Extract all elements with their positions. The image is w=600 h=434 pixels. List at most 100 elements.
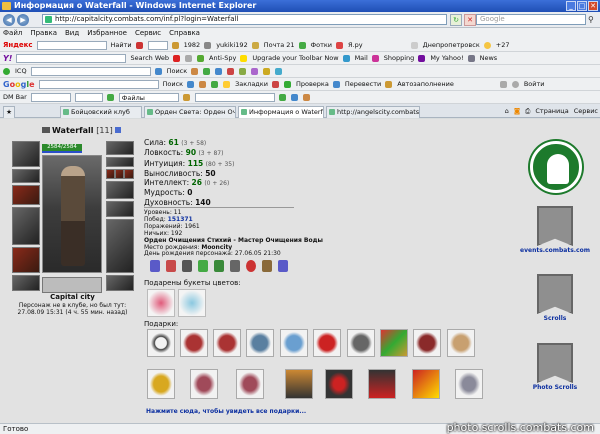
belt-slot[interactable]: [12, 247, 40, 273]
yahoo-logo[interactable]: Y!: [3, 54, 12, 63]
forward-icon[interactable]: ▶: [17, 14, 29, 26]
tool-icon[interactable]: [251, 67, 259, 75]
yandex-photos[interactable]: Фотки: [311, 41, 333, 49]
photo-scrolls-banner[interactable]: Photo Scrolls: [520, 343, 590, 391]
google-login[interactable]: Войти: [524, 80, 545, 88]
gift-icon[interactable]: [313, 329, 341, 357]
tools-menu[interactable]: Сервис: [574, 106, 598, 117]
earrings-slot[interactable]: [106, 141, 134, 155]
menu-tools[interactable]: Сервис: [135, 28, 161, 39]
tool-icon[interactable]: [187, 80, 195, 88]
icq-flower-icon[interactable]: [3, 67, 10, 75]
tool-icon[interactable]: [227, 67, 235, 75]
settings-icon[interactable]: [499, 80, 507, 88]
yahoo-edit-icon[interactable]: [185, 54, 193, 62]
yandex-mail[interactable]: Почта 21: [264, 41, 295, 49]
yandex-temp[interactable]: +27: [496, 41, 510, 49]
tool-icon[interactable]: [271, 80, 279, 88]
tool-icon[interactable]: [215, 67, 223, 75]
info-icon[interactable]: [114, 127, 121, 133]
gift-icon[interactable]: [246, 329, 274, 357]
search-input[interactable]: Google: [476, 14, 586, 25]
page-menu[interactable]: Страница: [535, 106, 568, 117]
yahoo-upgrade[interactable]: Upgrade your Toolbar Now: [252, 54, 338, 62]
google-translate[interactable]: Перевести: [345, 80, 381, 88]
helmet-slot[interactable]: [12, 141, 40, 167]
gift-icon[interactable]: [280, 329, 308, 357]
trophy-icon[interactable]: [236, 369, 264, 399]
tool-icon[interactable]: [211, 80, 219, 88]
tab-order-of-light[interactable]: Орден Света: Орден Очищ...: [144, 106, 236, 118]
tool-icon[interactable]: [203, 67, 211, 75]
tool-icon[interactable]: [278, 93, 286, 101]
yahoo-myyahoo[interactable]: My Yahoo!: [430, 54, 463, 62]
medal-icon[interactable]: [182, 260, 192, 272]
tab-angelscity[interactable]: http://angelscity.combats.co...: [326, 106, 420, 118]
gift-icon[interactable]: [147, 329, 175, 357]
trophy-icon[interactable]: [190, 369, 218, 399]
counter-value[interactable]: 1982: [184, 41, 201, 49]
yandex-city[interactable]: Днепропетровск: [423, 41, 480, 49]
gloves-slot[interactable]: [106, 181, 134, 199]
yahoo-shopping[interactable]: Shopping: [384, 54, 415, 62]
yahoo-news[interactable]: News: [480, 54, 498, 62]
google-bookmarks[interactable]: Закладки: [235, 80, 268, 88]
bracelet-slot[interactable]: [12, 275, 40, 291]
yahoo-antispy[interactable]: Anti-Spy: [209, 54, 236, 62]
google-autofill[interactable]: Автозаполнение: [397, 80, 454, 88]
yandex-bar-icon[interactable]: [135, 41, 143, 49]
ring-slot[interactable]: [106, 169, 115, 179]
tool-icon[interactable]: [239, 67, 247, 75]
gift-icon[interactable]: [347, 329, 375, 357]
tool-icon[interactable]: [263, 67, 271, 75]
home-icon[interactable]: ⌂: [505, 106, 509, 117]
back-icon[interactable]: ◀: [3, 14, 15, 26]
tab-waterfall-info[interactable]: Информация о Waterfall: [238, 106, 324, 118]
google-logo[interactable]: Google: [3, 80, 35, 89]
legs-slot[interactable]: [106, 219, 134, 273]
medal-icon[interactable]: [198, 260, 208, 272]
dm-label[interactable]: DM Bar: [3, 93, 27, 101]
gift-icon[interactable]: [325, 369, 353, 399]
google-check[interactable]: Проверка: [296, 80, 329, 88]
dm-input[interactable]: [30, 92, 71, 102]
tool-icon[interactable]: [302, 93, 310, 101]
yandex-search-input[interactable]: [36, 40, 107, 50]
dm-input-2[interactable]: [74, 92, 103, 102]
boots-slot[interactable]: [106, 275, 134, 291]
scrolls-banner[interactable]: Scrolls: [520, 274, 590, 322]
yahoo-tool-icon[interactable]: [173, 54, 181, 62]
tool-icon[interactable]: [290, 93, 298, 101]
trophy-icon[interactable]: [455, 369, 483, 399]
order-logo[interactable]: [530, 141, 582, 193]
menu-help[interactable]: Справка: [169, 28, 200, 39]
google-search-button[interactable]: Поиск: [163, 80, 184, 88]
yandex-user[interactable]: yukiki192: [216, 41, 248, 49]
dm-input-3[interactable]: [194, 92, 275, 102]
ring-slot[interactable]: [115, 169, 124, 179]
url-input[interactable]: http://capitalcity.combats.com/inf.pl?lo…: [42, 14, 447, 25]
gift-icon[interactable]: [180, 329, 208, 357]
gift-icon[interactable]: [285, 369, 313, 399]
bouquet-icon[interactable]: [178, 289, 206, 317]
events-banner[interactable]: events.combats.com: [520, 206, 590, 254]
trophy-icon[interactable]: [147, 369, 175, 399]
gift-icon[interactable]: [368, 369, 396, 399]
amulet-slot[interactable]: [106, 157, 134, 167]
medal-icon[interactable]: [278, 260, 288, 272]
yahoo-mail[interactable]: Mail: [355, 54, 368, 62]
tool-icon[interactable]: [182, 93, 190, 101]
yandex-yaru[interactable]: Я.ру: [348, 41, 363, 49]
stop-icon[interactable]: ✕: [464, 14, 476, 26]
bracers-slot[interactable]: [12, 169, 40, 183]
gift-icon[interactable]: [380, 329, 408, 357]
icq-search-input[interactable]: [30, 66, 151, 76]
all-gifts-link[interactable]: Нажмите сюда, чтобы увидеть все подарки.…: [146, 408, 306, 415]
feeds-icon[interactable]: ◙: [514, 106, 520, 117]
yahoo-search-web-button[interactable]: Search Web: [130, 54, 169, 62]
tool-icon[interactable]: [106, 93, 114, 101]
medal-icon[interactable]: [214, 260, 224, 272]
medal-icon[interactable]: [246, 260, 256, 272]
gift-icon[interactable]: [412, 369, 440, 399]
search-icon[interactable]: ⚲: [588, 15, 598, 25]
